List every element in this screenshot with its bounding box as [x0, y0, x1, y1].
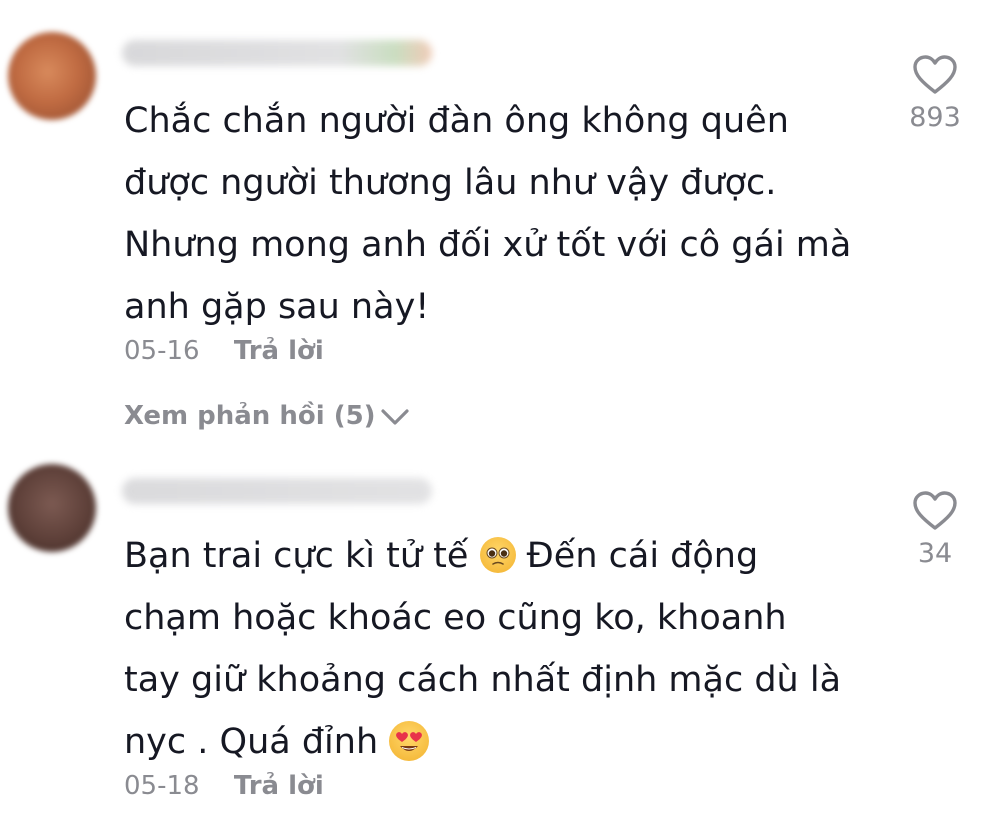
comment-text: Bạn trai cực kì tử tế Đến cái động chạm … — [124, 525, 841, 773]
comment-line: Bạn trai cực kì tử tế Đến cái động — [124, 525, 841, 587]
pleading-face-emoji — [479, 537, 516, 573]
comment-line: được người thương lâu như vậy được. — [124, 163, 777, 203]
comment-meta: 05-18 Trả lời — [124, 771, 324, 801]
comment-text: Chắc chắn người đàn ông không quên được … — [124, 90, 851, 338]
comment-line: Nhưng mong anh đối xử tốt với cô gái mà — [124, 225, 852, 265]
comment-line: Chắc chắn người đàn ông không quên — [124, 101, 789, 141]
heart-outline-icon — [913, 55, 957, 94]
comment-line-part: Bạn trai cực kì tử tế — [124, 536, 469, 576]
like-button[interactable]: 893 — [890, 54, 980, 133]
chevron-down-icon — [380, 408, 409, 425]
comment-date: 05-16 — [124, 336, 200, 366]
avatar[interactable] — [8, 32, 96, 120]
avatar[interactable] — [8, 464, 96, 552]
comment-line-part: nyc . Quá đỉnh — [124, 722, 379, 762]
like-count: 893 — [909, 102, 961, 133]
comment-line: chạm hoặc khoác eo cũng ko, khoanh — [124, 598, 787, 638]
comment-date: 05-18 — [124, 771, 200, 801]
like-button[interactable]: 34 — [890, 490, 980, 569]
view-replies-button[interactable]: Xem phản hồi (5) — [124, 401, 410, 431]
username-blurred[interactable] — [122, 40, 432, 66]
comment-line: anh gặp sau này! — [124, 287, 430, 327]
comment-line: tay giữ khoảng cách nhất định mặc dù là — [124, 660, 842, 700]
reply-button[interactable]: Trả lời — [234, 771, 324, 801]
comment-meta: 05-16 Trả lời — [124, 336, 324, 366]
username-blurred[interactable] — [122, 478, 432, 504]
comment-line: nyc . Quá đỉnh — [124, 711, 841, 773]
heart-outline-icon — [913, 491, 957, 530]
heart-eyes-emoji — [389, 721, 430, 761]
comment-line-part: Đến cái động — [526, 536, 759, 576]
reply-button[interactable]: Trả lời — [234, 336, 324, 366]
view-replies-label: Xem phản hồi (5) — [124, 401, 376, 431]
like-count: 34 — [917, 538, 953, 569]
